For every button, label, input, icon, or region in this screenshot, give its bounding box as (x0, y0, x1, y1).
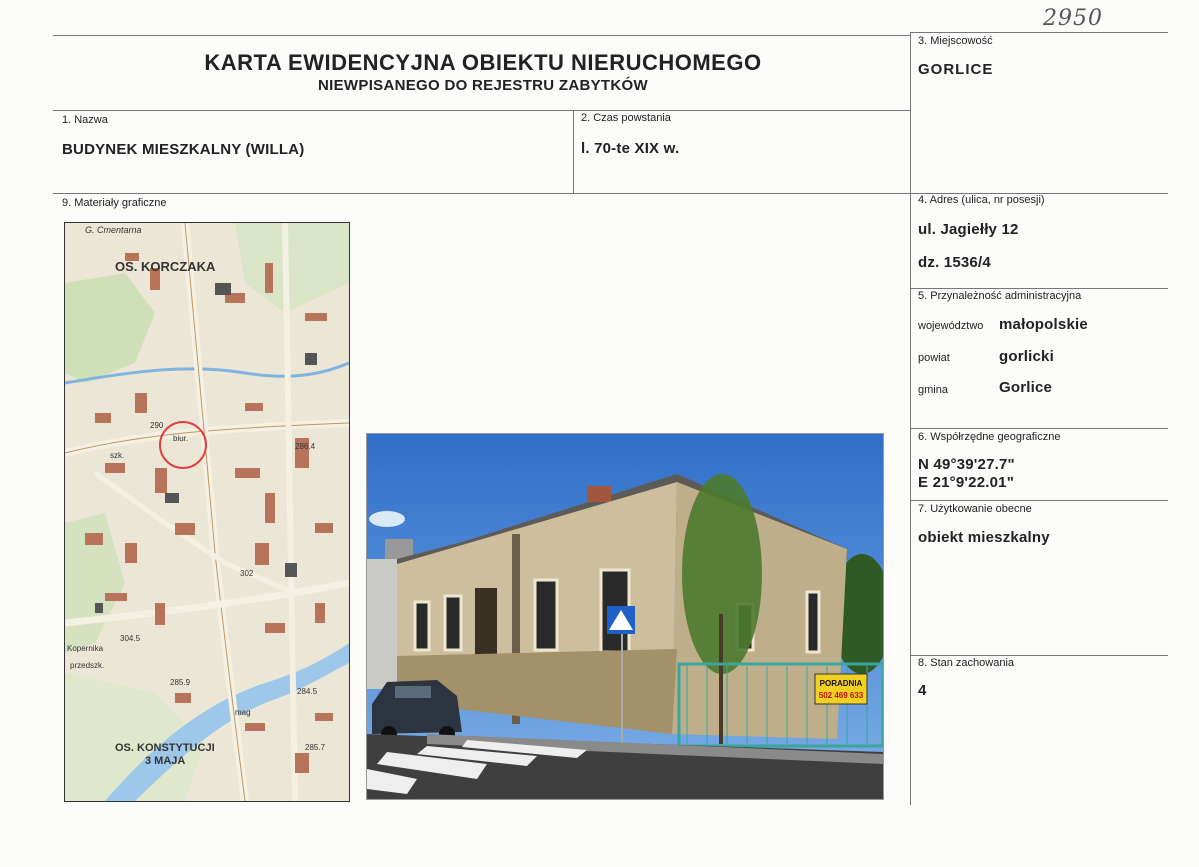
map-label: szk. (110, 451, 124, 460)
inventory-number: 2950 (1043, 6, 1103, 31)
map-label: 3 MAJA (145, 755, 185, 767)
divider (910, 288, 1168, 289)
map-label: 286.4 (295, 442, 316, 451)
county-value: gorlicki (999, 348, 1054, 365)
voivodeship-value: małopolskie (999, 316, 1088, 333)
name-value: BUDYNEK MIESZKALNY (WILLA) (62, 141, 305, 158)
name-label: 1. Nazwa (62, 114, 108, 126)
divider (910, 32, 1168, 33)
commune-label: gmina (918, 384, 948, 396)
map-label: 302 (240, 569, 254, 578)
address-label: 4. Adres (ulica, nr posesji) (918, 194, 1045, 206)
locality-value: GORLICE (918, 61, 994, 78)
use-label: 7. Użytkowanie obecne (918, 503, 1032, 515)
map-label: biur. (173, 434, 188, 443)
map-label: mag (235, 708, 251, 717)
sign-phone: 502 469 633 (819, 691, 864, 700)
map-label: OS. KORCZAKA (115, 259, 216, 274)
address-plot: dz. 1536/4 (918, 254, 991, 271)
commune-value: Gorlice (999, 379, 1053, 396)
divider (910, 428, 1168, 429)
card-title: KARTA EWIDENCYJNA OBIEKTU NIERUCHOMEGO (204, 50, 762, 75)
map-label: 290 (150, 421, 164, 430)
building-photo: PORADNIA 502 469 633 (366, 433, 884, 800)
locality-label: 3. Miejscowość (918, 35, 993, 47)
map-label: 285.9 (170, 678, 191, 687)
period-label: 2. Czas powstania (581, 112, 671, 124)
condition-label: 8. Stan zachowania (918, 657, 1015, 669)
divider (910, 32, 911, 805)
period-value: l. 70-te XIX w. (581, 140, 680, 157)
address-street: ul. Jagiełły 12 (918, 221, 1019, 238)
divider (910, 500, 1168, 501)
map-label: 285.7 (305, 743, 326, 752)
coords-lon: E 21°9'22.01" (918, 474, 1015, 491)
condition-value: 4 (918, 682, 927, 699)
county-label: powiat (918, 352, 950, 364)
map-label: 304.5 (120, 634, 141, 643)
divider (53, 110, 911, 111)
map-label: 284.5 (297, 687, 318, 696)
coords-lat: N 49°39'27.7" (918, 456, 1015, 473)
map-label: przedszk. (70, 661, 104, 670)
divider (53, 35, 911, 36)
graphics-label: 9. Materiały graficzne (62, 197, 167, 209)
map-label: Kopernika (67, 644, 104, 653)
location-map: G. Cmentarna OS. KORCZAKA 290 286.4 302 … (64, 222, 350, 802)
voivodeship-label: województwo (918, 320, 984, 332)
admin-label: 5. Przynależność administracyjna (918, 290, 1082, 302)
sign-title: PORADNIA (820, 679, 863, 688)
record-card: 2950 KARTA EWIDENCYJNA OBIEKTU NIERUCHOM… (0, 0, 1199, 867)
divider (910, 655, 1168, 656)
map-label: G. Cmentarna (85, 225, 142, 235)
map-label: OS. KONSTYTUCJI (115, 742, 215, 754)
coords-label: 6. Współrzędne geograficzne (918, 431, 1061, 443)
card-subtitle: NIEWPISANEGO DO REJESTRU ZABYTKÓW (318, 77, 648, 94)
divider (573, 110, 574, 193)
use-value: obiekt mieszkalny (918, 529, 1050, 546)
